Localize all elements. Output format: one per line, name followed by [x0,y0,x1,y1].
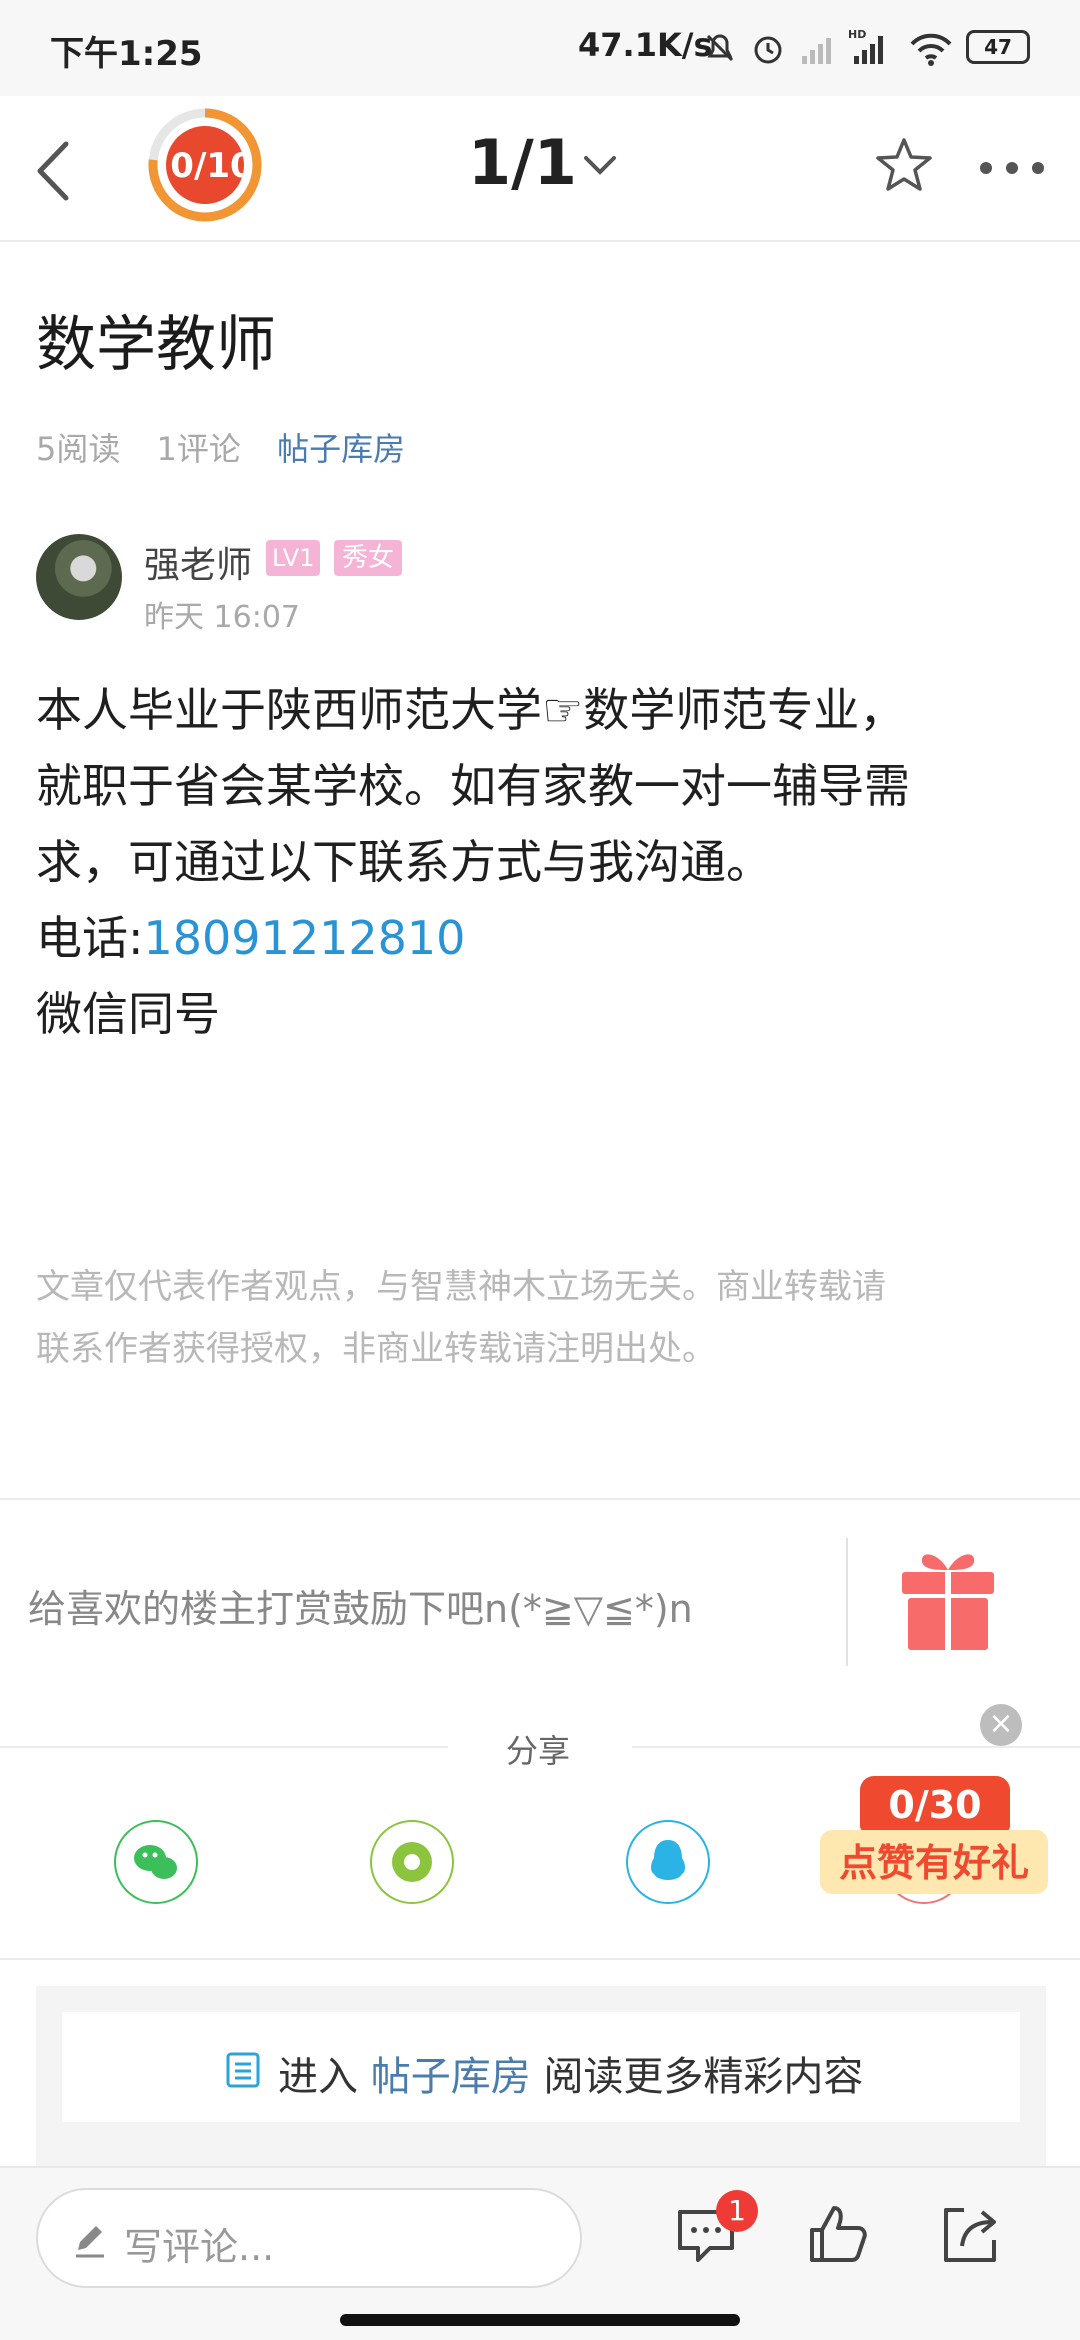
phone-link[interactable]: 18091212810 [144,911,466,965]
share-divider-right [632,1746,1080,1748]
share-icon[interactable] [938,2202,1002,2266]
share-label: 分享 [506,1732,571,1770]
disclaimer-line: 文章仅代表作者观点，与智慧神木立场无关。商业转载请 [36,1267,886,1307]
enter-prefix: 进入 [278,2054,358,2100]
reward-divider [846,1538,848,1666]
bottom-bar: 写评论... 1 [0,2166,1080,2340]
share-qq-button[interactable] [626,1820,710,1904]
status-time: 下午1:25 [50,34,203,74]
disclaimer: 文章仅代表作者观点，与智慧神木立场无关。商业转载请 联系作者获得授权，非商业转载… [36,1256,1036,1380]
thumbs-up-icon[interactable] [806,2202,870,2266]
top-bar: 0/10 1/1 [0,96,1080,242]
post-time: 昨天 16:07 [144,600,300,635]
reward-section: 给喜欢的楼主打赏鼓励下吧n(*≧▽≦*)n [0,1498,1080,1668]
phone-line: 电话:18091212810 [36,900,1046,976]
comment-input[interactable]: 写评论... [36,2188,582,2288]
avatar[interactable] [36,534,122,620]
home-indicator[interactable] [340,2314,740,2326]
article-title: 数学教师 [36,310,276,380]
signal-weak-icon [802,38,831,64]
section-divider [0,1958,1080,1960]
promo-text: 点赞有好礼 [820,1830,1048,1894]
body-line: 本人毕业于陕西师范大学☞数学师范专业， [36,683,906,737]
comment-count: 1评论 [156,430,241,468]
enter-category-button[interactable]: 进入 帖子库房 阅读更多精彩内容 [62,2012,1020,2122]
alarm-icon [754,36,782,64]
battery-icon: 47 [966,30,1030,64]
svg-text:HD: HD [848,28,866,41]
signal-hd-icon: HD [848,28,883,64]
reward-text: 给喜欢的楼主打赏鼓励下吧n(*≧▽≦*)n [28,1587,693,1631]
author-name[interactable]: 强老师 [144,536,252,588]
moments-icon [392,1842,432,1882]
mute-bell-icon [706,34,734,62]
disclaimer-line: 联系作者获得授权，非商业转载请注明出处。 [36,1329,716,1369]
share-wechat-button[interactable] [114,1820,198,1904]
status-bar: 下午1:25 47.1K/s HD 47 [0,0,1080,96]
body-line: 就职于省会某学校。如有家教一对一辅导需 [36,759,910,813]
close-icon[interactable]: × [980,1704,1022,1746]
list-icon [226,2052,260,2088]
body-line: 求，可通过以下联系方式与我沟通。 [36,835,772,889]
share-divider-left [0,1746,448,1748]
enter-suffix: 阅读更多精彩内容 [543,2054,864,2100]
article-body: 本人毕业于陕西师范大学☞数学师范专业， 就职于省会某学校。如有家教一对一辅导需 … [36,672,1046,1052]
wechat-icon [134,1845,177,1879]
back-arrow-icon[interactable] [30,136,90,206]
body-line: 微信同号 [36,987,220,1041]
comment-count-badge: 1 [716,2190,758,2232]
like-promo-badge[interactable]: 0/30 点赞有好礼 [820,1776,1048,1926]
promo-count: 0/30 [860,1776,1010,1832]
wifi-icon [910,33,952,66]
status-net-speed: 47.1K/s [578,26,713,64]
chevron-down-icon[interactable] [580,152,620,182]
level-badge: LV1 [266,540,321,576]
article-meta: 5阅读 1评论 帖子库房 [36,424,431,470]
enter-category[interactable]: 帖子库房 [371,2054,531,2100]
page-indicator[interactable]: 1/1 [468,126,577,199]
comment-placeholder: 写评论... [124,2225,275,2269]
category-link[interactable]: 帖子库房 [277,430,405,468]
author-tag-badge: 秀女 [334,540,403,576]
reading-progress[interactable]: 0/10 [146,106,264,224]
gift-icon[interactable] [898,1542,998,1652]
enter-category-section: 进入 帖子库房 阅读更多精彩内容 [36,1986,1046,2166]
star-icon[interactable] [872,134,936,198]
qq-icon [651,1840,685,1880]
battery-level: 47 [984,35,1012,59]
progress-text: 0/10 [170,146,244,186]
read-count: 5阅读 [36,430,121,468]
progress-badge: 0/10 [166,126,244,204]
phone-label: 电话: [36,911,144,965]
pencil-icon [76,2226,104,2258]
more-icon[interactable] [976,158,1048,178]
enter-text: 进入 帖子库房 阅读更多精彩内容 [278,2044,863,2102]
share-moments-button[interactable] [370,1820,454,1904]
